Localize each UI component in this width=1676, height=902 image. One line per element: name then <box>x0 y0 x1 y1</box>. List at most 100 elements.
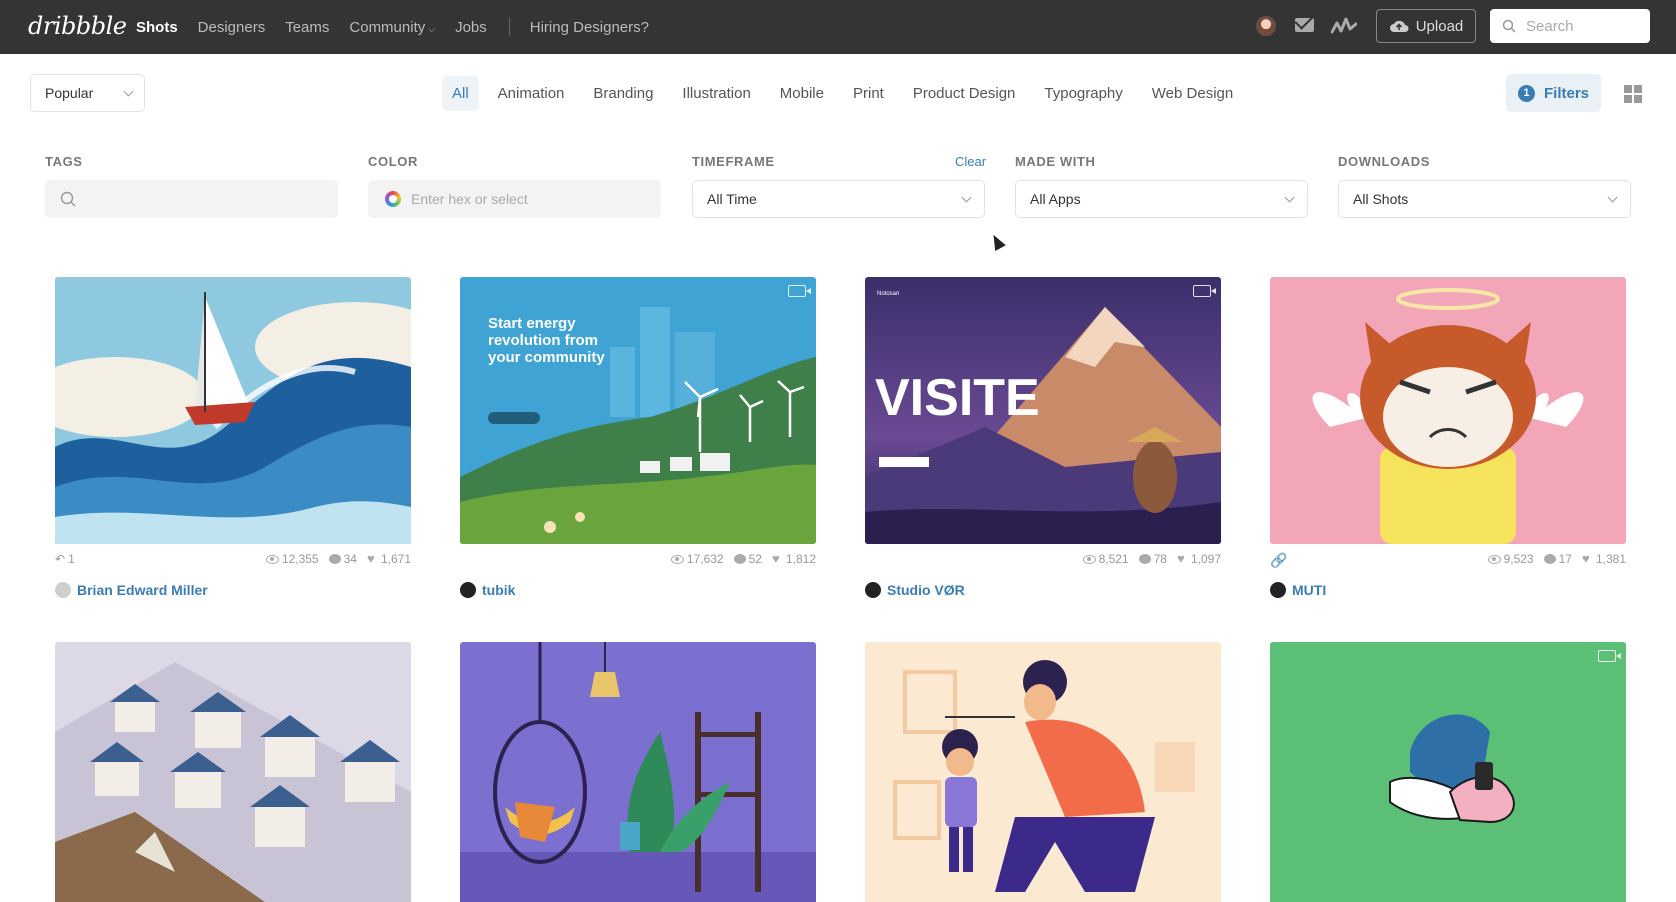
shot-author[interactable]: tubik <box>460 582 515 598</box>
nav-divider <box>508 18 510 36</box>
activity-icon[interactable] <box>1331 15 1357 37</box>
upload-label: Upload <box>1415 17 1464 35</box>
tags-field[interactable] <box>45 180 338 218</box>
shot-thumbnail[interactable] <box>55 277 411 544</box>
filters-label: Filters <box>1543 84 1589 102</box>
likes-count: 1,812 <box>785 552 816 566</box>
tab-animation[interactable]: Animation <box>488 76 575 111</box>
tab-illustration[interactable]: Illustration <box>672 76 760 111</box>
rebound-count[interactable]: ↶ 1 <box>55 552 75 566</box>
downloads-select[interactable]: All Shots <box>1338 180 1631 218</box>
shot-card[interactable]: VISITE Notosan 8,521 78 ♥ 1,097 Studio VØ… <box>865 277 1221 598</box>
chevron-down-icon <box>961 192 972 202</box>
color-hex-input[interactable] <box>411 191 651 207</box>
shot-thumbnail[interactable] <box>865 642 1221 902</box>
tab-all[interactable]: All <box>442 75 479 111</box>
eye-icon <box>1082 554 1096 564</box>
shot-thumbnail[interactable]: VISITE Notosan <box>865 277 1221 544</box>
downloads-filter: DOWNLOADS All Shots <box>1338 154 1631 218</box>
nav-designers[interactable]: Designers <box>198 19 266 36</box>
tab-mobile[interactable]: Mobile <box>770 76 834 111</box>
likes-count: 1,097 <box>1190 552 1221 566</box>
green-hand-illustration <box>1270 642 1626 902</box>
shot-card[interactable] <box>460 642 816 902</box>
shot-thumbnail[interactable] <box>460 642 816 902</box>
shot-card[interactable] <box>1270 642 1626 902</box>
tab-web-design[interactable]: Web Design <box>1142 76 1243 111</box>
sort-select[interactable]: Popular <box>30 74 145 112</box>
shot-meta: 17,632 52 ♥ 1,812 <box>460 552 816 568</box>
shot-thumbnail[interactable]: Start energy revolution from your commun… <box>460 277 816 544</box>
timeframe-clear-link[interactable]: Clear <box>955 154 986 169</box>
isometric-town-illustration <box>55 642 411 902</box>
shot-thumbnail[interactable] <box>1270 642 1626 902</box>
mail-icon[interactable] <box>1295 18 1314 32</box>
likes-stat[interactable]: ♥ 1,671 <box>367 552 411 566</box>
tab-branding[interactable]: Branding <box>583 76 663 111</box>
landing-headline-line-1: Start energy <box>488 315 576 332</box>
comments-count: 78 <box>1153 552 1167 566</box>
views-stat: 17,632 <box>670 552 724 566</box>
shot-thumbnail[interactable] <box>55 642 411 902</box>
nav-shots[interactable]: Shots <box>136 19 178 36</box>
search-icon <box>1502 19 1516 33</box>
shot-card[interactable]: ↶ 1 12,355 34 ♥ 1,671 Brian Edward Miller <box>55 277 411 598</box>
landing-headline: VISITE <box>875 369 1040 427</box>
tab-print[interactable]: Print <box>843 76 894 111</box>
filters-button[interactable]: 1 Filters <box>1506 74 1601 112</box>
upload-button[interactable]: Upload <box>1376 9 1476 43</box>
video-badge-icon <box>1598 650 1621 662</box>
search-input[interactable] <box>1526 17 1636 35</box>
eye-icon <box>1487 554 1501 564</box>
tab-product-design[interactable]: Product Design <box>903 76 1026 111</box>
rebound-value: 1 <box>68 552 75 566</box>
link-icon[interactable]: 🔗 <box>1270 552 1287 569</box>
chevron-down-icon: ⌵ <box>428 23 436 34</box>
shot-author[interactable]: MUTI <box>1270 582 1326 598</box>
made-with-select[interactable]: All Apps <box>1015 180 1308 218</box>
views-count: 8,521 <box>1098 552 1129 566</box>
shot-card[interactable] <box>865 642 1221 902</box>
timeframe-filter: TIMEFRAME Clear All Time <box>692 154 986 218</box>
tab-typography[interactable]: Typography <box>1034 76 1132 111</box>
search-box[interactable] <box>1490 9 1650 43</box>
color-field[interactable] <box>368 180 661 218</box>
likes-stat[interactable]: ♥ 1,097 <box>1177 552 1221 566</box>
top-nav: dribbble Shots Designers Teams Community… <box>0 0 1676 54</box>
shot-card[interactable]: Start energy revolution from your commun… <box>460 277 816 598</box>
comments-count: 34 <box>343 552 357 566</box>
nav-jobs[interactable]: Jobs <box>455 19 487 36</box>
shot-card[interactable] <box>55 642 411 902</box>
shot-author[interactable]: Brian Edward Miller <box>55 582 208 598</box>
video-badge-icon <box>1193 285 1216 297</box>
nav-community[interactable]: Community ⌵ <box>349 19 435 36</box>
landing-headline-line-3: your community <box>488 349 605 366</box>
timeframe-value: All Time <box>707 191 757 207</box>
grid-view-icon[interactable] <box>1624 85 1642 103</box>
timeframe-select[interactable]: All Time <box>692 180 985 218</box>
visite-mountain-illustration: VISITE Notosan <box>865 277 1221 544</box>
likes-stat[interactable]: ♥ 1,812 <box>772 552 816 566</box>
user-avatar[interactable] <box>1256 16 1276 36</box>
color-wheel-icon[interactable] <box>385 191 401 207</box>
shot-meta: 8,521 78 ♥ 1,097 <box>865 552 1221 568</box>
nav-teams[interactable]: Teams <box>285 19 329 36</box>
shot-meta: 🔗 9,523 17 ♥ 1,381 <box>1270 552 1626 568</box>
shot-thumbnail[interactable] <box>1270 277 1626 544</box>
comment-icon <box>1138 554 1151 564</box>
likes-stat[interactable]: ♥ 1,381 <box>1582 552 1626 566</box>
shot-card[interactable]: 🔗 9,523 17 ♥ 1,381 MUTI <box>1270 277 1626 598</box>
views-stat: 8,521 <box>1082 552 1129 566</box>
author-avatar <box>55 582 71 598</box>
views-count: 9,523 <box>1503 552 1534 566</box>
dribbble-logo[interactable]: dribbble <box>28 12 127 40</box>
shot-author[interactable]: Studio VØR <box>865 582 965 598</box>
chevron-down-icon <box>123 86 134 96</box>
mouse-cursor <box>988 232 1006 251</box>
downloads-label: DOWNLOADS <box>1338 154 1431 169</box>
shot-stats: 17,632 52 ♥ 1,812 <box>670 552 816 566</box>
rebound-icon: ↶ <box>55 552 66 566</box>
eye-icon <box>265 554 279 564</box>
comments-stat: 52 <box>733 552 762 566</box>
nav-hiring-designers[interactable]: Hiring Designers? <box>530 19 649 36</box>
